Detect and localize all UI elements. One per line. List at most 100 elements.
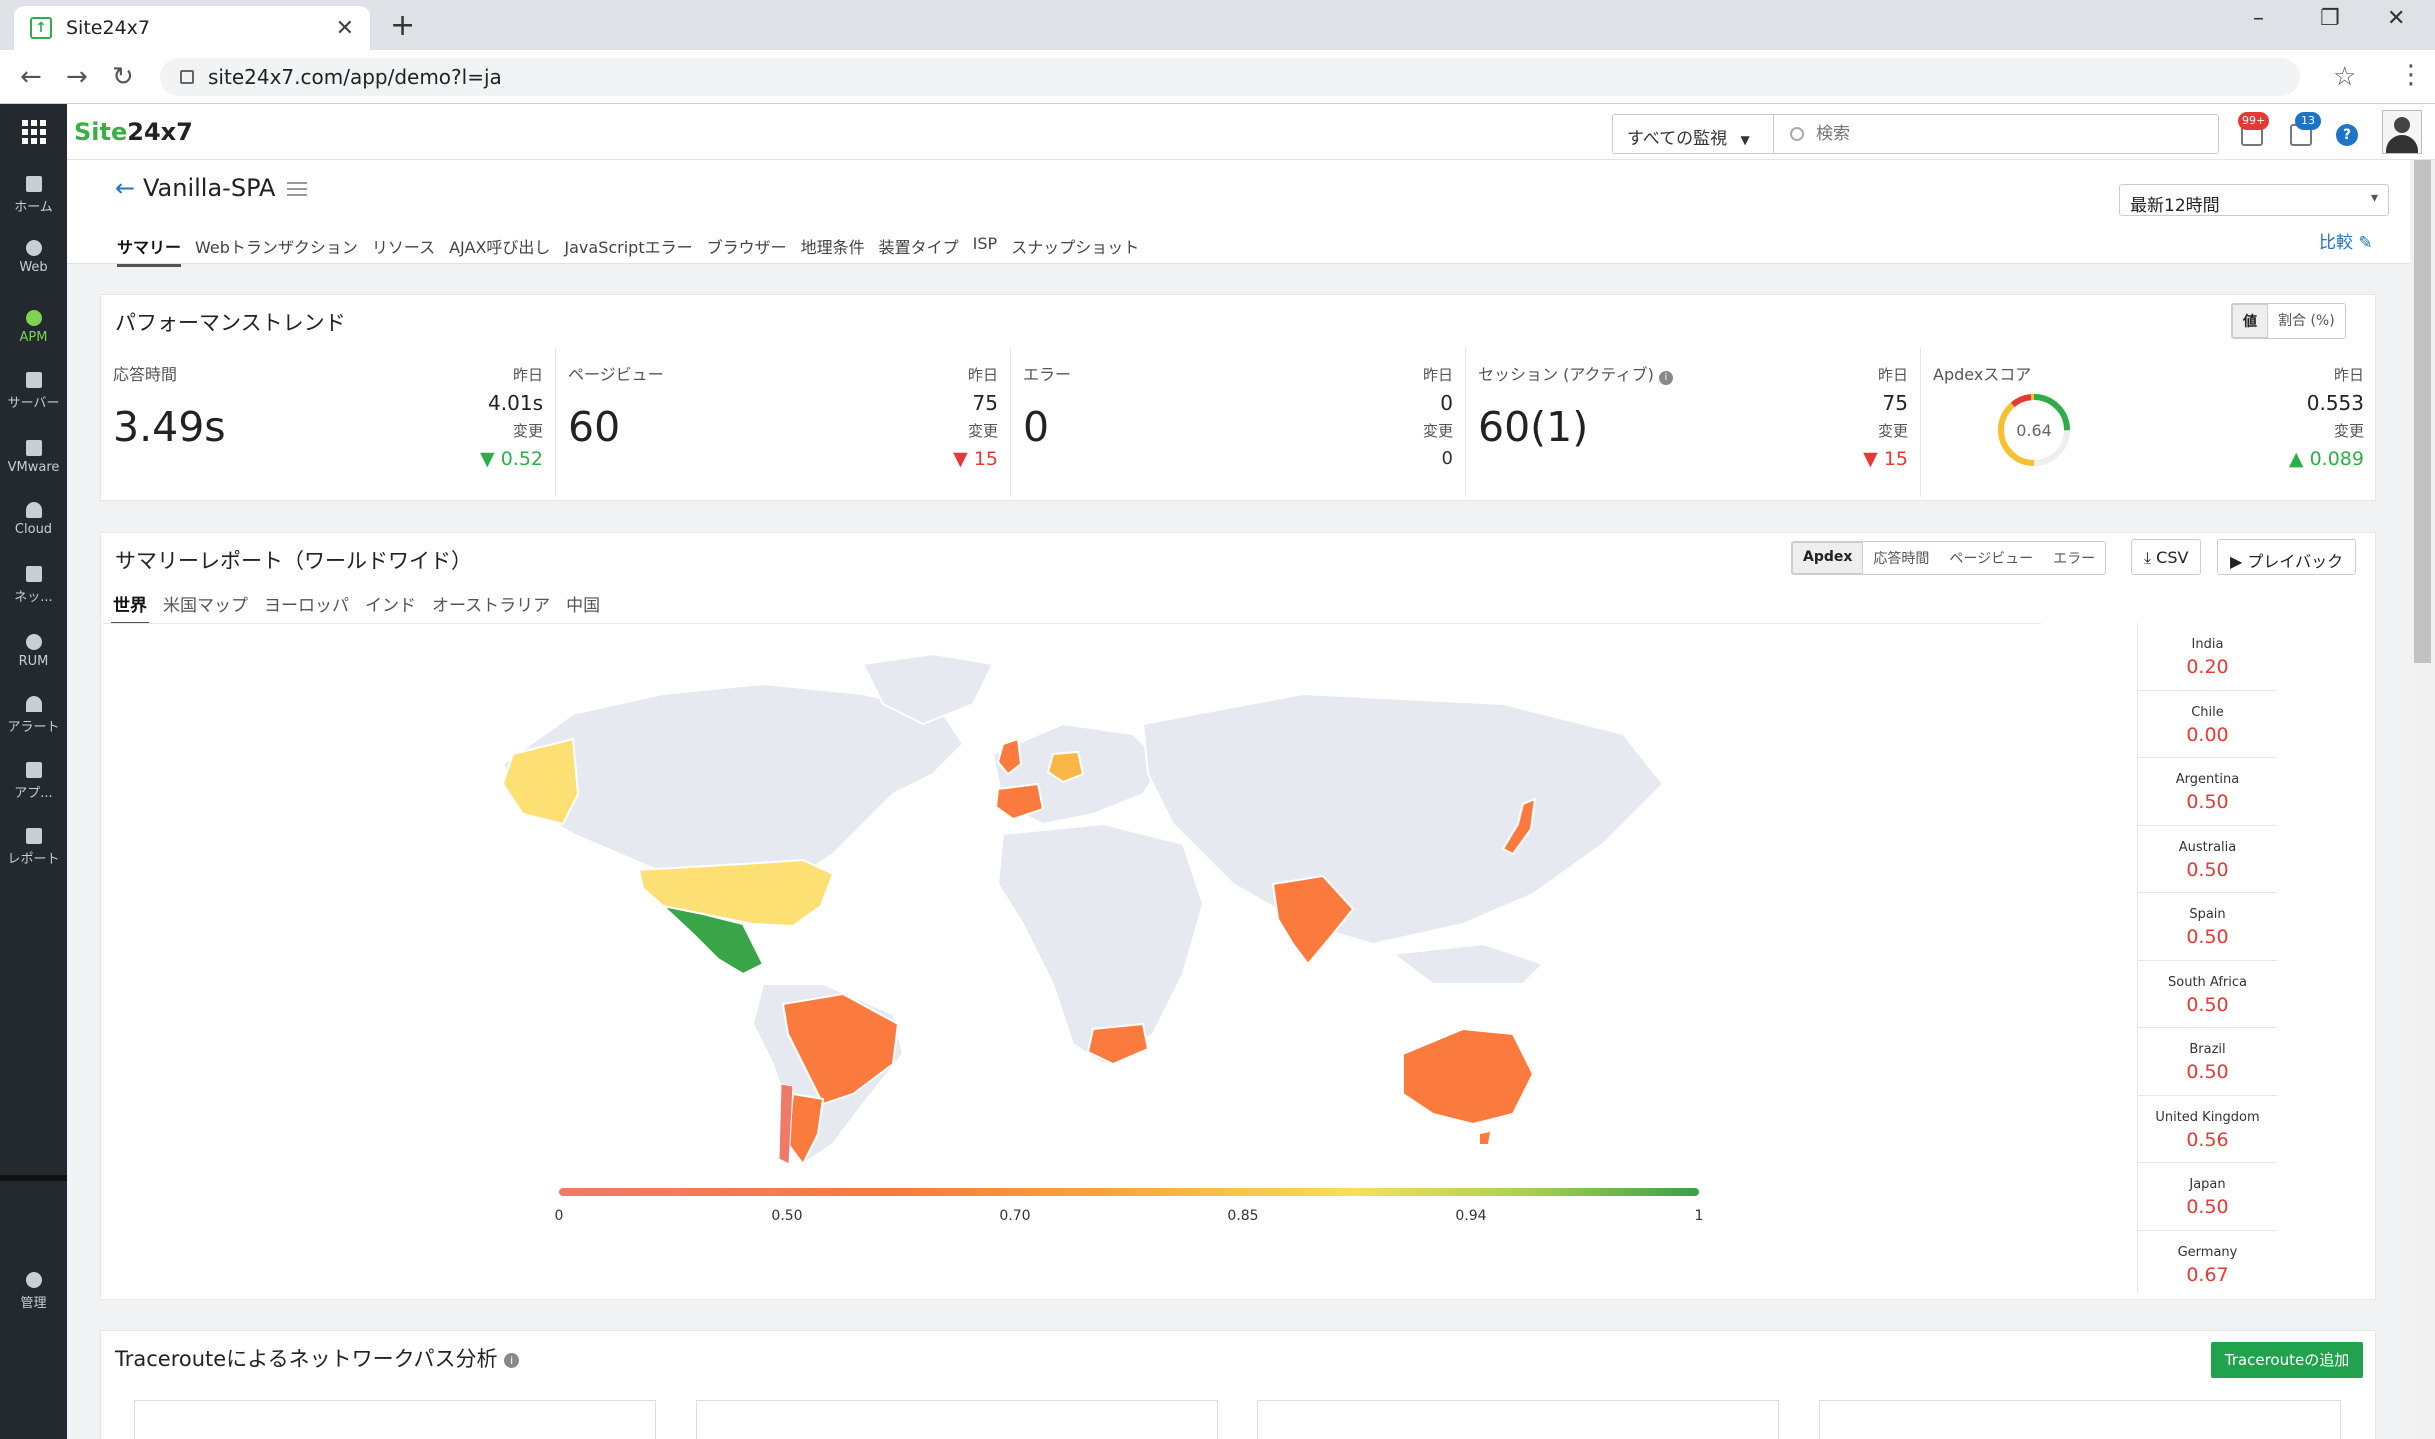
metric-label: セッション (アクティブ) i (1478, 361, 1673, 385)
country-chile[interactable] (778, 1083, 794, 1164)
search-field[interactable] (1773, 114, 2219, 154)
country-apdex-list: India 0.20 Chile 0.00 Argentina 0.50 Austra… (2137, 623, 2277, 1293)
sidebar-divider (0, 1175, 67, 1181)
performance-trend-title: パフォーマンストレンド (115, 311, 346, 335)
download-icon: ⤓ (2144, 548, 2152, 567)
page-scrollbar[interactable] (2410, 160, 2435, 1439)
info-icon[interactable]: i (504, 1352, 520, 1368)
restore-icon[interactable]: ❐ (2320, 6, 2340, 31)
sidebar-item-home[interactable]: ホーム (0, 176, 67, 215)
toggle-apdex[interactable]: Apdex (1792, 542, 1864, 574)
list-item[interactable]: Australia 0.50 (2138, 826, 2277, 893)
window-close-icon[interactable]: ✕ (2387, 6, 2405, 31)
metric-label: Apdexスコア (1933, 365, 2032, 384)
left-sidebar: ホーム Web APM サーバー VMware Cloud ネッ... RUM … (0, 160, 67, 1439)
tab-geo[interactable]: 地理条件 (801, 234, 865, 267)
url-field[interactable]: site24x7.com/app/demo?l=ja (160, 58, 2300, 96)
region-tab-china[interactable]: 中国 (564, 591, 602, 625)
sidebar-item-alerts[interactable]: アラート (0, 696, 67, 735)
sidebar-item-web[interactable]: Web (0, 240, 67, 275)
bookmark-star-icon[interactable]: ☆ (2333, 62, 2356, 92)
region-tab-us[interactable]: 米国マップ (161, 591, 250, 625)
country-usa[interactable] (637, 858, 835, 928)
tab-resources[interactable]: リソース (372, 234, 435, 267)
tab-browser[interactable]: ブラウザー (707, 234, 787, 267)
browser-menu-icon[interactable]: ⋮ (2398, 60, 2424, 90)
app-grid-icon[interactable] (0, 104, 67, 160)
list-item[interactable]: India 0.20 (2138, 623, 2277, 691)
list-item[interactable]: Germany 0.67 (2138, 1231, 2277, 1299)
tab-isp[interactable]: ISP (973, 234, 998, 267)
browser-tab[interactable]: ↑ Site24x7 ✕ (14, 6, 370, 50)
sidebar-item-admin[interactable]: 管理 (0, 1272, 67, 1311)
sidebar-item-apm[interactable]: APM (0, 310, 67, 345)
tab-ajax[interactable]: AJAX呼び出し (449, 234, 550, 267)
land-indonesia[interactable] (1390, 942, 1545, 985)
country-tasmania[interactable] (1480, 1132, 1490, 1144)
back-icon[interactable]: ← (20, 62, 42, 92)
list-item[interactable]: Brazil 0.50 (2138, 1028, 2277, 1096)
sidebar-item-network[interactable]: ネッ... (0, 566, 67, 605)
country-alaska[interactable] (501, 737, 580, 826)
playback-button[interactable]: ▶ プレイバック (2217, 539, 2357, 575)
compare-button[interactable]: 比較 ✎ (2319, 228, 2373, 253)
close-tab-icon[interactable]: ✕ (336, 16, 354, 41)
list-item[interactable]: United Kingdom 0.56 (2138, 1096, 2277, 1163)
sidebar-item-rum[interactable]: RUM (0, 634, 67, 669)
search-input[interactable] (1816, 124, 2196, 144)
toggle-page-views[interactable]: ページビュー (1939, 542, 2043, 574)
tab-js-errors[interactable]: JavaScriptエラー (564, 234, 692, 267)
legend-tick: 0.94 (1455, 1208, 1487, 1224)
site24x7-favicon-icon: ↑ (30, 17, 52, 39)
tab-snapshot[interactable]: スナップショット (1011, 234, 1139, 267)
toggle-ratio[interactable]: 割合 (%) (2268, 304, 2345, 338)
metric-label: 応答時間 (113, 365, 178, 384)
sidebar-item-vmware[interactable]: VMware (0, 440, 67, 475)
list-item[interactable]: Chile 0.00 (2138, 691, 2277, 758)
toggle-value[interactable]: 値 (2232, 304, 2268, 338)
list-item[interactable]: Argentina 0.50 (2138, 758, 2277, 826)
forward-icon[interactable]: → (66, 62, 88, 92)
toggle-errors[interactable]: エラー (2043, 542, 2105, 574)
list-item[interactable]: Japan 0.50 (2138, 1163, 2277, 1231)
home-icon (25, 176, 42, 192)
scrollbar-thumb[interactable] (2414, 160, 2431, 663)
list-item[interactable]: Spain 0.50 (2138, 893, 2277, 961)
add-traceroute-button[interactable]: Tracerouteの追加 (2211, 1342, 2363, 1378)
bell-icon (25, 696, 42, 712)
user-avatar[interactable] (2382, 110, 2422, 154)
region-tab-india[interactable]: インド (363, 591, 418, 625)
legend-tick: 0.50 (771, 1208, 803, 1224)
new-tab-icon[interactable]: + (390, 8, 415, 43)
minimize-icon[interactable]: – (2253, 6, 2264, 31)
period-select[interactable]: 最新12時間 (2119, 184, 2389, 216)
back-arrow-icon[interactable]: ← (115, 174, 135, 202)
tab-device[interactable]: 装置タイプ (879, 234, 959, 267)
list-item[interactable]: South Africa 0.50 (2138, 961, 2277, 1028)
region-tab-australia[interactable]: オーストラリア (430, 591, 552, 625)
info-icon[interactable]: i (1658, 371, 1673, 385)
arrow-down-icon: ▼ (953, 448, 968, 470)
reload-icon[interactable]: ↻ (112, 62, 134, 92)
tab-web-transactions[interactable]: Webトランザクション (195, 234, 358, 267)
help-icon[interactable]: ? (2336, 124, 2358, 146)
region-tab-europe[interactable]: ヨーロッパ (262, 591, 351, 625)
menu-icon[interactable] (287, 182, 307, 196)
traceroute-panel (134, 1400, 656, 1439)
sidebar-item-server[interactable]: サーバー (0, 372, 67, 411)
monitor-filter-select[interactable]: すべての監視 ▼ (1612, 114, 1774, 154)
tab-summary[interactable]: サマリー (117, 234, 182, 267)
csv-button[interactable]: ⤓ CSV (2131, 539, 2202, 575)
toggle-response-time[interactable]: 応答時間 (1863, 542, 1939, 574)
region-tab-world[interactable]: 世界 (111, 591, 149, 625)
app-header: Site24x7 すべての監視 ▼ 99+ 13 ? (0, 104, 2435, 160)
land-asia[interactable] (1141, 692, 1665, 946)
world-map-svg (501, 652, 1665, 1164)
sidebar-item-reports[interactable]: レポート (0, 828, 67, 867)
sidebar-item-cloud[interactable]: Cloud (0, 502, 67, 537)
metric-label: エラー (1023, 365, 1072, 384)
play-icon: ▶ (2230, 552, 2243, 571)
sidebar-item-apps[interactable]: アプ... (0, 762, 67, 801)
country-australia[interactable] (1402, 1027, 1535, 1126)
site24x7-logo[interactable]: Site24x7 (74, 118, 193, 146)
